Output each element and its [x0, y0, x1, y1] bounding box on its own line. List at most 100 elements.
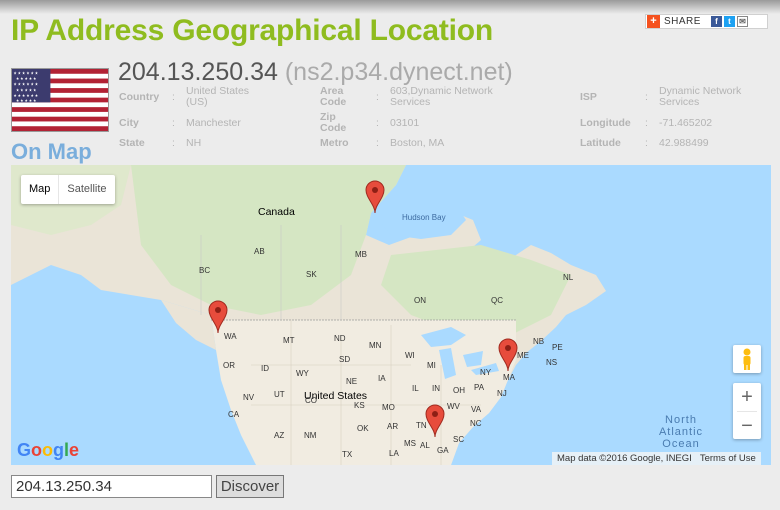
- svg-text:★ ★ ★ ★ ★: ★ ★ ★ ★ ★: [16, 97, 37, 102]
- map-label-north-atlantic: North Atlantic Ocean: [651, 414, 711, 450]
- email-icon[interactable]: ✉: [736, 16, 748, 27]
- city-label: City: [119, 117, 139, 129]
- map-label-nd: ND: [334, 334, 346, 343]
- map-label-nm: NM: [304, 431, 317, 440]
- ip-search-input[interactable]: [11, 475, 212, 498]
- map-label-ms: MS: [404, 439, 416, 448]
- map-attribution: Map data ©2016 Google, INEGI Terms of Use: [552, 452, 761, 465]
- country-value: United States (US): [186, 85, 250, 108]
- city-value: Manchester: [186, 117, 241, 129]
- map-label-az: AZ: [274, 431, 285, 440]
- state-label: State: [119, 137, 145, 149]
- map-label-mb: MB: [355, 250, 367, 259]
- page-title: IP Address Geographical Location: [11, 14, 494, 47]
- map-marker-icon[interactable]: [425, 404, 445, 438]
- map-label-or: OR: [223, 361, 235, 370]
- map-label-wi: WI: [405, 351, 415, 360]
- share-label[interactable]: SHARE: [664, 16, 701, 27]
- map-label-hudson-bay: Hudson Bay: [402, 213, 446, 222]
- section-title-on-map: On Map: [11, 139, 92, 164]
- latitude-label: Latitude: [580, 137, 621, 149]
- isp-value: Dynamic Network Services: [659, 85, 742, 108]
- longitude-value: -71.465202: [659, 117, 713, 129]
- isp-sep: :: [645, 91, 648, 103]
- svg-text:★ ★ ★ ★ ★ ★: ★ ★ ★ ★ ★ ★: [14, 81, 39, 86]
- map-label-ny: NY: [480, 368, 492, 377]
- map-type-control[interactable]: Map Satellite: [21, 175, 115, 204]
- metro-label: Metro: [320, 137, 349, 149]
- map-label-pa: PA: [474, 383, 485, 392]
- top-gradient-bar: [0, 0, 780, 14]
- google-logo: Google: [17, 440, 80, 460]
- map-canvas[interactable]: Map Satellite Canada Hudson Bay United S…: [11, 165, 771, 465]
- map-label-tx: TX: [342, 450, 353, 459]
- map-label-ar: AR: [387, 422, 399, 431]
- map-label-nj: NJ: [497, 389, 507, 398]
- addthis-plus-icon[interactable]: +: [647, 15, 660, 28]
- ip-address: 204.13.250.34: [118, 58, 278, 86]
- map-label-id: ID: [261, 364, 269, 373]
- map-label-ne: NE: [346, 377, 358, 386]
- metro-value: Boston, MA: [390, 137, 445, 149]
- map-label-sc: SC: [453, 435, 465, 444]
- map-label-nc: NC: [470, 419, 482, 428]
- share-widget[interactable]: + SHARE f t ✉: [645, 14, 768, 29]
- twitter-icon[interactable]: t: [723, 16, 735, 27]
- map-label-ab: AB: [254, 247, 265, 256]
- map-label-ut: UT: [274, 390, 285, 399]
- map-label-il: IL: [412, 384, 419, 393]
- map-marker-icon[interactable]: [365, 180, 385, 214]
- map-marker-icon[interactable]: [498, 338, 518, 372]
- us-flag-icon: ★ ★ ★ ★ ★ ★ ★ ★ ★ ★ ★ ★ ★ ★ ★ ★ ★ ★ ★ ★ …: [11, 68, 109, 132]
- map-label-ns: NS: [546, 358, 558, 367]
- map-type-satellite-button[interactable]: Satellite: [58, 175, 114, 204]
- map-label-ia: IA: [378, 374, 386, 383]
- map-label-co: CO: [305, 396, 317, 405]
- map-label-mi: MI: [427, 361, 436, 370]
- map-label-sd: SD: [339, 355, 351, 364]
- map-label-ga: GA: [437, 446, 449, 455]
- map-data-credit: Map data ©2016 Google, INEGI: [557, 453, 692, 464]
- latitude-value: 42.988499: [659, 137, 709, 149]
- map-type-map-button[interactable]: Map: [21, 175, 58, 204]
- longitude-label: Longitude: [580, 117, 631, 129]
- country-label: Country: [119, 91, 160, 103]
- map-label-sk: SK: [306, 270, 317, 279]
- map-label-mn: MN: [369, 341, 382, 350]
- map-label-ok: OK: [357, 424, 369, 433]
- metro-sep: :: [376, 137, 379, 149]
- area-code-value: 603,Dynamic Network Services: [390, 85, 493, 108]
- svg-text:★ ★ ★ ★ ★: ★ ★ ★ ★ ★: [16, 76, 37, 81]
- discover-button[interactable]: Discover: [216, 475, 284, 498]
- zoom-control[interactable]: + −: [733, 383, 761, 439]
- map-label-in: IN: [432, 384, 440, 393]
- map-label-nb: NB: [533, 337, 545, 346]
- ocean-line-1: North: [665, 414, 697, 426]
- zoom-in-button[interactable]: +: [733, 383, 761, 411]
- facebook-icon[interactable]: f: [710, 16, 722, 27]
- state-value: NH: [186, 137, 202, 149]
- map-label-on: ON: [414, 296, 426, 305]
- ip-hostname: (ns2.p34.dynect.net): [284, 58, 513, 86]
- map-marker-icon[interactable]: [208, 300, 228, 334]
- map-label-mo: MO: [382, 403, 395, 412]
- map-label-ca: CA: [228, 410, 240, 419]
- zoom-out-button[interactable]: −: [733, 412, 761, 440]
- terms-of-use-link[interactable]: Terms of Use: [700, 453, 756, 464]
- ip-heading: 204.13.250.34 (ns2.p34.dynect.net): [118, 58, 513, 87]
- latitude-sep: :: [645, 137, 648, 149]
- state-sep: :: [172, 137, 175, 149]
- zip-code-value: 03101: [390, 117, 420, 129]
- map-label-mt: MT: [283, 336, 295, 345]
- map-label-pe: PE: [552, 343, 563, 352]
- map-label-qc: QC: [491, 296, 503, 305]
- map-label-ks: KS: [354, 401, 365, 410]
- ocean-line-2: Atlantic: [658, 426, 704, 438]
- map-label-wv: WV: [447, 402, 460, 411]
- street-view-pegman-icon[interactable]: [733, 345, 761, 373]
- ocean-line-3: Ocean: [662, 438, 700, 450]
- map-label-nl: NL: [563, 273, 574, 282]
- map-label-bc: BC: [199, 266, 211, 275]
- city-sep: :: [172, 117, 175, 129]
- zip-code-label: Zip Code: [320, 111, 347, 134]
